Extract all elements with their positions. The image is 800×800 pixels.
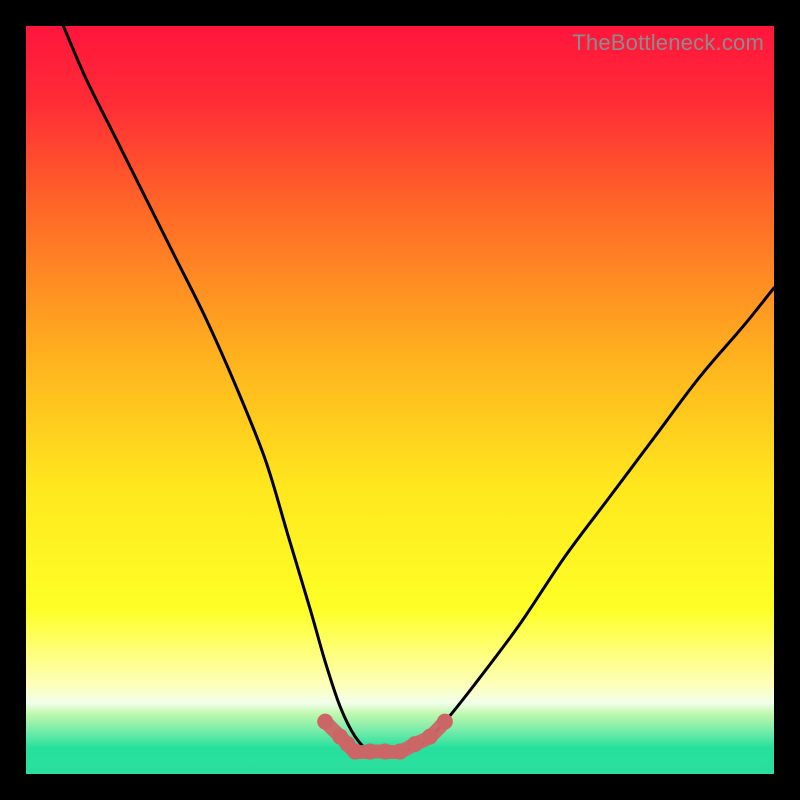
marker-dot [437,714,453,730]
marker-dots [317,714,453,760]
bottleneck-curve [63,26,774,753]
marker-dot [407,736,423,752]
marker-dot [362,744,378,760]
marker-dot [377,744,393,760]
chart-plot-area: TheBottleneck.com [26,26,774,774]
marker-dot [347,744,363,760]
chart-frame: TheBottleneck.com [0,0,800,800]
marker-dot [422,729,438,745]
marker-dot [317,714,333,730]
chart-svg [26,26,774,774]
watermark-text: TheBottleneck.com [572,30,764,56]
marker-dot [392,744,408,760]
